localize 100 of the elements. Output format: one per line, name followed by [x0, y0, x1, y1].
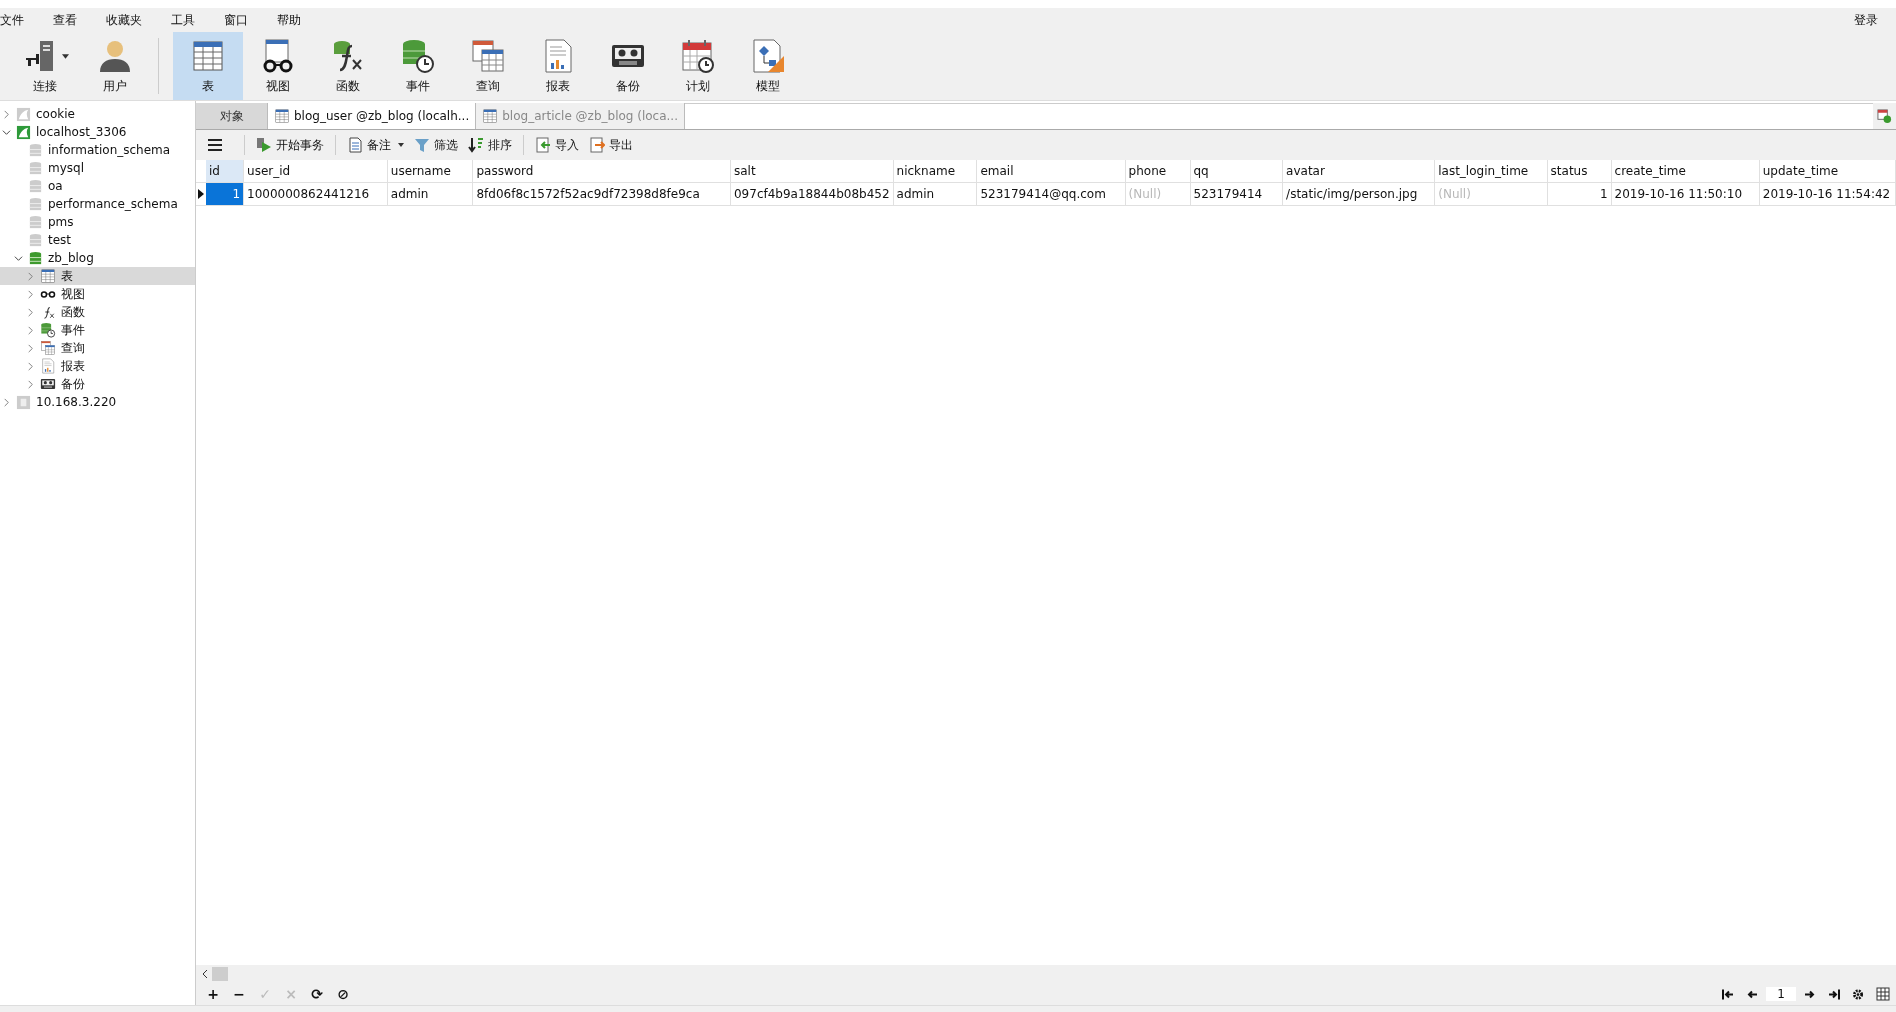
toolbar-button[interactable]: 视图: [243, 32, 313, 100]
toolbar-button[interactable]: 连接: [10, 32, 80, 100]
column-header[interactable]: nickname: [893, 160, 977, 183]
settings-icon[interactable]: [1852, 988, 1864, 1000]
table-cell: admin: [387, 182, 473, 206]
tree-item[interactable]: 表: [0, 267, 195, 285]
tree-item[interactable]: mysql: [0, 159, 195, 177]
record-button[interactable]: ⊘: [332, 986, 354, 1002]
menu-item[interactable]: 文件: [0, 11, 41, 29]
column-header[interactable]: password: [473, 160, 731, 183]
tree-item[interactable]: cookie: [0, 105, 195, 123]
calendar-clock-icon: [680, 38, 716, 74]
menu-item[interactable]: 查看: [53, 11, 94, 29]
table-cell: 1000000862441216: [243, 182, 388, 206]
column-header[interactable]: username: [387, 160, 473, 183]
tree-item[interactable]: pms: [0, 213, 195, 231]
menu-icon[interactable]: [208, 139, 222, 151]
server-icon: [16, 394, 31, 410]
tree-item[interactable]: 视图: [0, 285, 195, 303]
next-page-icon[interactable]: [1804, 988, 1816, 1000]
table-cell: 523179414@qq.com: [976, 182, 1126, 206]
table-cell: (Null): [1434, 182, 1548, 206]
table-cell: 1: [206, 182, 244, 206]
last-page-icon[interactable]: [1828, 988, 1840, 1000]
toolbar-button[interactable]: 开始事务: [253, 134, 327, 156]
tree-item[interactable]: 报表: [0, 357, 195, 375]
chevron-right-icon[interactable]: [26, 325, 35, 335]
tree-item[interactable]: test: [0, 231, 195, 249]
chevron-right-icon[interactable]: [26, 289, 35, 299]
column-header[interactable]: user_id: [243, 160, 388, 183]
column-header[interactable]: update_time: [1759, 160, 1896, 183]
toolbar-button[interactable]: 排序: [465, 134, 515, 156]
column-header[interactable]: avatar: [1282, 160, 1435, 183]
tree-item[interactable]: 查询: [0, 339, 195, 357]
tree-item[interactable]: 事件: [0, 321, 195, 339]
chevron-down-icon[interactable]: [14, 253, 23, 263]
toolbar-button[interactable]: 导入: [532, 134, 582, 156]
chevron-right-icon[interactable]: [26, 379, 35, 389]
toolbar-button[interactable]: 计划: [663, 32, 733, 100]
column-header[interactable]: create_time: [1611, 160, 1760, 183]
toolbar-button[interactable]: 备注: [344, 134, 407, 156]
chevron-down-icon[interactable]: [2, 127, 11, 137]
chevron-right-icon[interactable]: [2, 397, 11, 407]
query-table-icon: [40, 340, 56, 356]
tree-item[interactable]: 备份: [0, 375, 195, 393]
column-header[interactable]: last_login_time: [1434, 160, 1548, 183]
record-button[interactable]: +: [202, 986, 224, 1002]
tree-item[interactable]: 函数: [0, 303, 195, 321]
scroll-left-icon[interactable]: [202, 970, 208, 978]
toolbar-button[interactable]: 筛选: [411, 134, 461, 156]
tree-item[interactable]: 10.168.3.220: [0, 393, 195, 411]
login-link[interactable]: 登录: [1854, 11, 1878, 29]
record-button[interactable]: ⟳: [306, 986, 328, 1002]
table-cell: 097cf4b9a18844b08b452: [730, 182, 894, 206]
column-header[interactable]: phone: [1125, 160, 1190, 183]
toolbar-button[interactable]: 导出: [586, 134, 636, 156]
toolbar-button[interactable]: 备份: [593, 32, 663, 100]
table-plus-icon[interactable]: [1877, 108, 1892, 124]
menu-item[interactable]: 收藏夹: [106, 11, 159, 29]
toolbar-button[interactable]: 查询: [453, 32, 523, 100]
column-header[interactable]: salt: [730, 160, 894, 183]
tree-item[interactable]: zb_blog: [0, 249, 195, 267]
chevron-right-icon[interactable]: [26, 343, 35, 353]
menu-item[interactable]: 帮助: [277, 11, 318, 29]
column-header[interactable]: email: [976, 160, 1126, 183]
import-icon: [535, 137, 551, 153]
menu-item[interactable]: 工具: [171, 11, 212, 29]
toolbar-button[interactable]: 模型: [733, 32, 803, 100]
toolbar-button[interactable]: 函数: [313, 32, 383, 100]
table-icon: [482, 108, 499, 124]
chevron-right-icon[interactable]: [26, 361, 35, 371]
objects-tab[interactable]: 对象: [196, 103, 268, 129]
table-cell: 2019-10-16 11:50:10: [1611, 182, 1760, 206]
document-icon: [347, 137, 363, 153]
toolbar-button[interactable]: 事件: [383, 32, 453, 100]
first-page-icon[interactable]: [1722, 988, 1734, 1000]
column-header[interactable]: qq: [1190, 160, 1283, 183]
chevron-right-icon[interactable]: [26, 307, 35, 317]
grid-view-icon[interactable]: [1876, 987, 1890, 1001]
toolbar-button[interactable]: 用户: [80, 32, 150, 100]
column-header[interactable]: status: [1547, 160, 1612, 183]
tree-item[interactable]: oa: [0, 177, 195, 195]
chevron-right-icon[interactable]: [2, 109, 11, 119]
menu-item[interactable]: 窗口: [224, 11, 265, 29]
page-number-field[interactable]: 1: [1766, 987, 1796, 1001]
record-button[interactable]: −: [228, 986, 250, 1002]
table-tab[interactable]: blog_user @zb_blog (localh...: [268, 103, 477, 129]
play-icon: [256, 137, 272, 153]
tree-item[interactable]: information_schema: [0, 141, 195, 159]
previous-page-icon[interactable]: [1746, 988, 1758, 1000]
toolbar-button[interactable]: 报表: [523, 32, 593, 100]
column-header[interactable]: id: [206, 160, 244, 183]
filter-icon: [414, 137, 430, 153]
table-cell: 1: [1547, 182, 1612, 206]
table-cell: (Null): [1125, 182, 1190, 206]
tree-item[interactable]: localhost_3306: [0, 123, 195, 141]
table-cell: admin: [893, 182, 977, 206]
toolbar-button[interactable]: 表: [173, 32, 243, 100]
scrollbar-thumb[interactable]: [212, 967, 228, 981]
tree-item[interactable]: performance_schema: [0, 195, 195, 213]
